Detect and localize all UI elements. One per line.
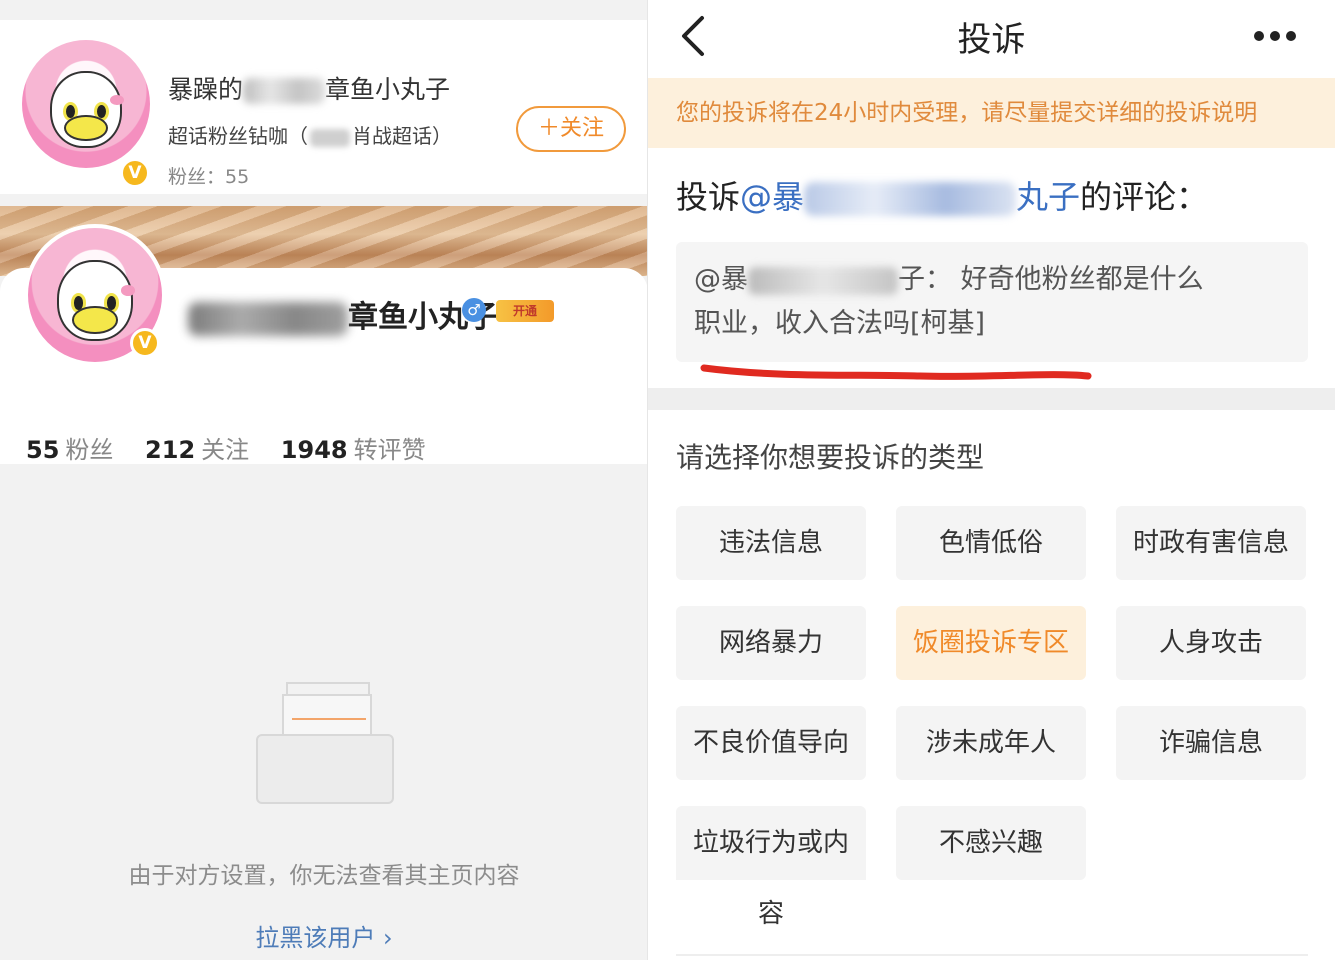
target-prefix: 投诉	[676, 178, 741, 216]
user-name-end: 章鱼小丸子	[325, 75, 451, 104]
category-fandom[interactable]: 饭圈投诉专区	[896, 606, 1086, 680]
notice-banner: 您的投诉将在24小时内受理，请尽量提交详细的投诉说明	[648, 78, 1335, 148]
category-illegal[interactable]: 违法信息	[676, 506, 866, 580]
fans-number[interactable]: 55	[26, 436, 59, 464]
category-spam-overflow: 容	[757, 899, 784, 929]
empty-inbox-icon	[256, 680, 394, 804]
following-label[interactable]: 关注	[201, 436, 249, 464]
red-underline-annotation	[700, 364, 1092, 380]
blurred-text	[243, 78, 326, 104]
fans-count: 粉丝：55	[168, 166, 250, 188]
mention-start: @暴	[740, 178, 805, 216]
category-not-interested[interactable]: 不感兴趣	[896, 806, 1086, 880]
comment-line-2: 职业，收入合法吗[柯基]	[694, 308, 986, 339]
verified-icon: V	[130, 328, 160, 358]
comment-line-1: @暴 子： 好奇他粉丝都是什么	[694, 258, 1290, 302]
blurred-text	[310, 128, 350, 147]
category-bad-values[interactable]: 不良价值导向	[676, 706, 866, 780]
category-spam[interactable]: 垃圾行为或内 容	[676, 806, 866, 956]
avatar-character	[50, 70, 124, 148]
comment-mention-start: @暴	[694, 264, 748, 295]
target-suffix: 的评论：	[1080, 178, 1209, 216]
report-panel: 投诉 您的投诉将在24小时内受理，请尽量提交详细的投诉说明 投诉@暴 丸子的评论：…	[648, 0, 1335, 960]
supertopic-rank-end: 肖战超话）	[352, 124, 452, 148]
user-card[interactable]: V 暴躁的 章鱼小丸子 超话粉丝钻咖（ 肖战超话） 粉丝：55 ＋关注	[0, 20, 648, 194]
category-fraud[interactable]: 诈骗信息	[1116, 706, 1306, 780]
restricted-message: 由于对方设置，你无法查看其主页内容	[128, 863, 520, 889]
category-minors[interactable]: 涉未成年人	[896, 706, 1086, 780]
category-cyberbullying[interactable]: 网络暴力	[676, 606, 866, 680]
likes-number: 1948	[280, 436, 348, 464]
likes-label: 转评赞	[353, 436, 426, 464]
comment-text-1: 子： 好奇他粉丝都是什么	[898, 264, 1204, 295]
user-name[interactable]: 暴躁的 章鱼小丸子	[168, 70, 450, 106]
mention-link[interactable]: @暴 丸子	[740, 178, 1080, 216]
vip-open-badge[interactable]: 开通	[496, 300, 554, 322]
section-divider	[648, 388, 1335, 410]
blurred-text	[188, 301, 348, 336]
avatar[interactable]	[22, 40, 150, 168]
avatar-character	[57, 260, 135, 341]
blurred-text	[804, 182, 1017, 216]
user-name-start: 暴躁的	[168, 75, 244, 104]
profile-name: 章鱼小丸子	[188, 292, 498, 336]
supertopic-rank-start: 超话粉丝钻咖（	[168, 124, 308, 148]
profile-stats: 55 粉丝 212 关注 1948 转评赞	[26, 430, 450, 465]
category-porn[interactable]: 色情低俗	[896, 506, 1086, 580]
following-number[interactable]: 212	[145, 436, 195, 464]
category-political[interactable]: 时政有害信息	[1116, 506, 1306, 580]
bottom-divider	[676, 954, 1308, 956]
blurred-text	[748, 266, 898, 295]
verified-icon: V	[120, 158, 150, 188]
supertopic-rank: 超话粉丝钻咖（ 肖战超话）	[168, 120, 452, 149]
follow-button[interactable]: ＋关注	[516, 106, 626, 152]
page-title: 投诉	[957, 20, 1026, 60]
choose-type-title: 请选择你想要投诉的类型	[676, 441, 985, 474]
reported-comment: @暴 子： 好奇他粉丝都是什么 职业，收入合法吗[柯基]	[676, 242, 1308, 362]
mention-end: 丸子	[1016, 178, 1081, 216]
profile-panel: V 暴躁的 章鱼小丸子 超话粉丝钻咖（ 肖战超话） 粉丝：55 ＋关注 V 章鱼小丸…	[0, 0, 648, 960]
block-user-link[interactable]: 拉黑该用户 ›	[0, 918, 648, 953]
fans-label[interactable]: 粉丝	[65, 436, 113, 464]
male-icon: ♂	[462, 298, 486, 322]
nav-bar: 投诉	[648, 0, 1335, 78]
more-icon[interactable]	[1254, 26, 1304, 41]
category-personal-attack[interactable]: 人身攻击	[1116, 606, 1306, 680]
report-target: 投诉@暴 丸子的评论：	[676, 172, 1208, 218]
category-spam-label: 垃圾行为或内	[676, 806, 866, 880]
